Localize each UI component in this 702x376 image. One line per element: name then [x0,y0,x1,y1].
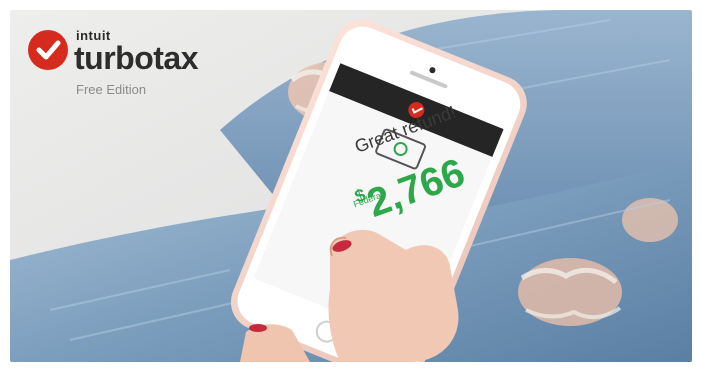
turbotax-logo: intuit turbotax Free Edition [28,24,268,104]
checkmark-icon [28,30,68,70]
edition-label: Free Edition [76,82,147,97]
hero-photo: Great refund! $2,766 Federal intuit turb… [10,10,692,362]
product-name: turbotax [74,40,199,76]
hand [328,229,459,362]
